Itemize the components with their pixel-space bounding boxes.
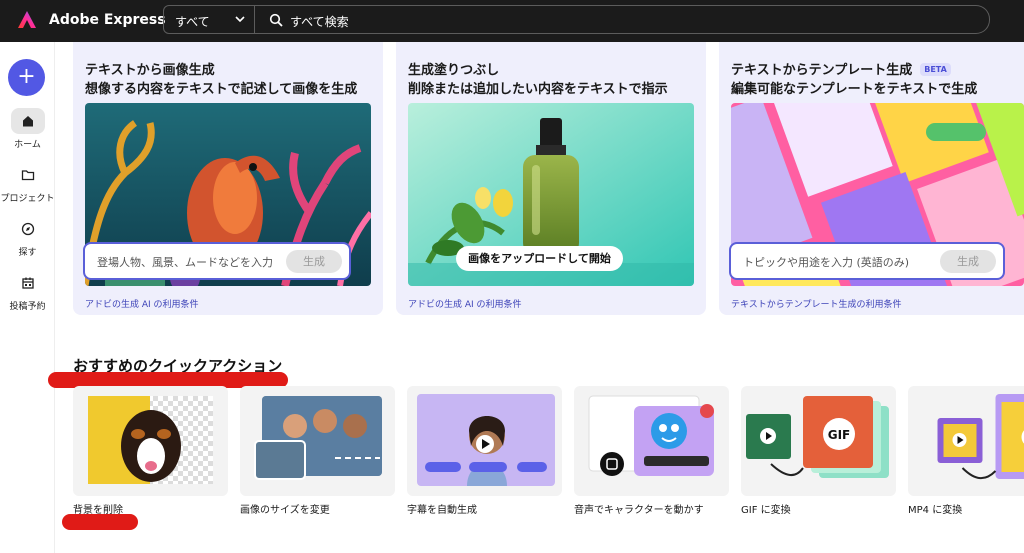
sidebar-item-home[interactable]: ホーム	[0, 108, 55, 150]
card-title: テキストから画像生成	[85, 63, 215, 78]
card-title-text: テキストからテンプレート生成	[731, 63, 913, 78]
home-icon	[22, 116, 33, 127]
quick-action-resize-image[interactable]	[240, 386, 395, 496]
auto-captions-thumbnail	[417, 394, 555, 486]
gif-badge-text: GIF	[828, 428, 851, 442]
search-scope-dropdown[interactable]: すべて	[163, 5, 255, 34]
quick-action-label: 字幕を自動生成	[407, 505, 477, 516]
generate-button[interactable]: 生成	[940, 250, 996, 273]
quick-action-animate-character[interactable]	[574, 386, 729, 496]
animate-character-thumbnail	[588, 395, 714, 476]
text-to-image-prompt-input[interactable]: 登場人物、風景、ムードなどを入力 生成	[83, 242, 351, 280]
beta-badge: BETA	[920, 63, 951, 76]
compass-icon	[21, 222, 34, 236]
adobe-express-logo-icon[interactable]	[17, 10, 37, 30]
text-to-template-prompt-input[interactable]: トピックや用途を入力 (英語のみ) 生成	[729, 242, 1005, 280]
prompt-placeholder: トピックや用途を入力 (英語のみ)	[743, 256, 910, 269]
quick-action-label: 音声でキャラクターを動かす	[574, 505, 704, 516]
feature-card-text-to-template[interactable]: テキストからテンプレート生成 BETA 編集可能なテンプレートをテキストで生成 ト…	[719, 42, 1024, 315]
generate-button[interactable]: 生成	[286, 250, 342, 273]
search-icon	[269, 13, 283, 27]
prompt-placeholder: 登場人物、風景、ムードなどを入力	[97, 256, 273, 269]
search-scope-value: すべて	[175, 15, 210, 29]
upload-image-button[interactable]: 画像をアップロードして開始	[456, 246, 623, 271]
terms-link[interactable]: アドビの生成 AI の利用条件	[408, 297, 522, 310]
chevron-down-icon	[235, 16, 245, 23]
remove-background-thumbnail	[88, 396, 213, 484]
quick-action-remove-background[interactable]	[73, 386, 228, 496]
sidebar-item-schedule[interactable]: 投稿予約	[0, 270, 55, 312]
card-subtitle: 想像する内容をテキストで記述して画像を生成	[85, 82, 358, 97]
convert-to-gif-thumbnail: GIF	[746, 396, 889, 478]
folder-icon	[21, 170, 34, 181]
card-title: 生成塗りつぶし	[408, 63, 500, 78]
sidebar-item-label: ホーム	[14, 140, 41, 150]
sidebar-item-label: 投稿予約	[9, 302, 46, 312]
calendar-icon	[21, 277, 34, 289]
sidebar-item-label: 探す	[18, 248, 37, 258]
terms-link[interactable]: テキストからテンプレート生成の利用条件	[731, 297, 901, 310]
quick-action-label: MP4 に変換	[908, 505, 963, 516]
terms-link[interactable]: アドビの生成 AI の利用条件	[85, 297, 199, 310]
red-annotation-mark	[62, 514, 138, 530]
quick-action-label: GIF に変換	[741, 505, 791, 516]
resize-image-thumbnail	[254, 396, 382, 480]
search-input[interactable]: すべて検索	[255, 5, 990, 34]
card-subtitle: 編集可能なテンプレートをテキストで生成	[731, 82, 978, 97]
sidebar-item-label: プロジェクト	[0, 194, 55, 204]
search-placeholder: すべて検索	[290, 15, 349, 29]
feature-card-generative-fill[interactable]: 生成塗りつぶし 削除または追加したい内容をテキストで指示 画像をアップロードして…	[396, 42, 706, 315]
card-title: テキストからテンプレート生成 BETA	[731, 59, 951, 78]
sidebar-item-discover[interactable]: 探す	[0, 216, 55, 258]
sidebar-item-projects[interactable]: プロジェクト	[0, 162, 55, 204]
quick-action-label: 画像のサイズを変更	[240, 505, 330, 516]
sidebar: + ホーム プロジェクト 探す 投稿予約	[0, 42, 55, 553]
quick-action-convert-to-gif[interactable]: GIF	[741, 386, 896, 496]
top-bar: Adobe Express すべて すべて検索	[0, 0, 1024, 42]
quick-action-convert-to-mp4[interactable]	[908, 386, 1024, 496]
quick-action-auto-captions[interactable]	[407, 386, 562, 496]
feature-card-text-to-image[interactable]: テキストから画像生成 想像する内容をテキストで記述して画像を生成 登場人物、風景…	[73, 42, 383, 315]
card-subtitle: 削除または追加したい内容をテキストで指示	[408, 82, 668, 97]
create-button[interactable]: +	[8, 59, 45, 96]
convert-to-mp4-thumbnail	[937, 394, 1024, 480]
app-brand[interactable]: Adobe Express	[49, 12, 166, 28]
